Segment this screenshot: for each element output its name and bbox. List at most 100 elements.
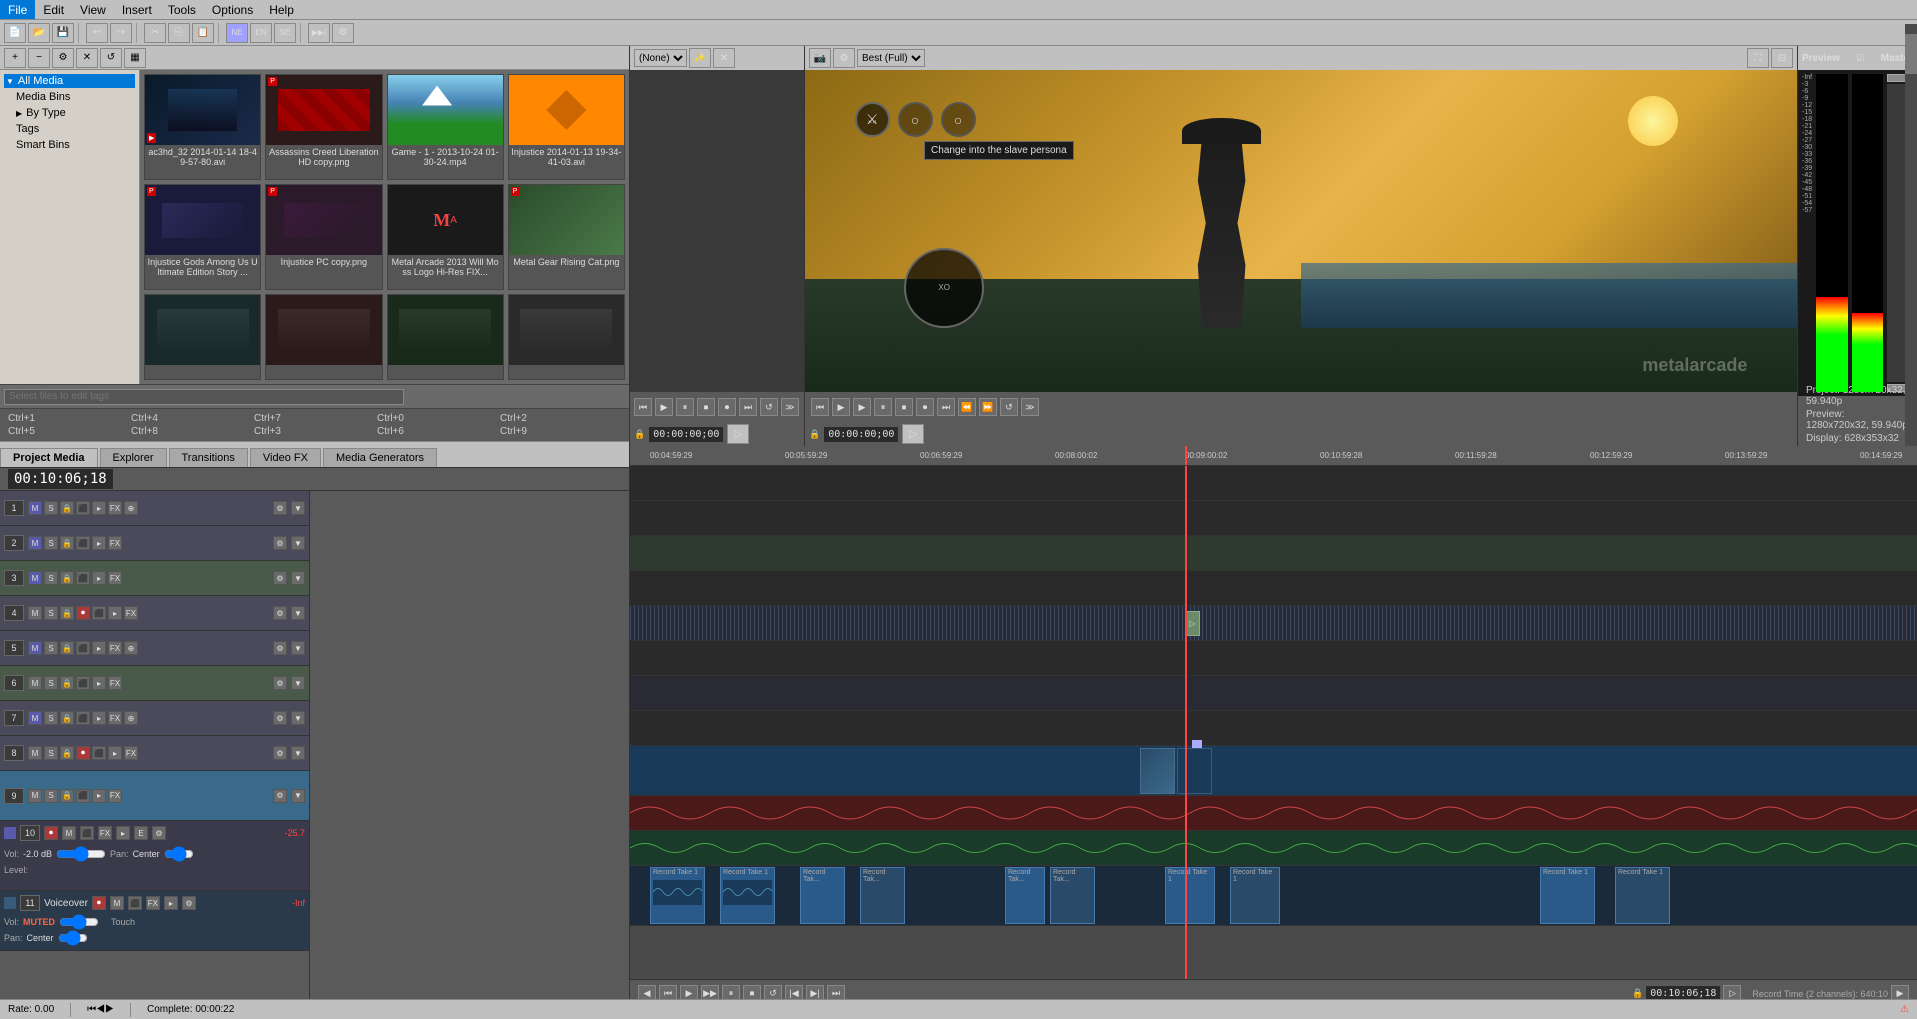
track-lock-8[interactable]: 🔒 — [60, 746, 74, 760]
track-solo-5[interactable]: S — [44, 641, 58, 655]
track-expand-8[interactable]: ▸ — [108, 746, 122, 760]
pan-slider-10[interactable] — [164, 850, 194, 858]
track-expand-11[interactable]: ▸ — [164, 896, 178, 910]
track-comp-2[interactable]: ⬛ — [76, 536, 90, 550]
media-item-7[interactable]: P Metal Gear Rising Cat.png — [508, 184, 625, 290]
track-solo-6[interactable]: S — [44, 676, 58, 690]
track-expand-10[interactable]: ▸ — [116, 826, 130, 840]
ctrl-play2[interactable]: ▶ — [853, 398, 871, 416]
ctrl-record[interactable]: ⏺ — [916, 398, 934, 416]
track-mute-6[interactable]: M — [28, 676, 42, 690]
track-lock-4[interactable]: 🔒 — [60, 606, 74, 620]
menu-edit[interactable]: Edit — [35, 0, 72, 19]
ctrl-loop[interactable]: ↺ — [1000, 398, 1018, 416]
track-solo-4[interactable]: S — [44, 606, 58, 620]
record-take-0[interactable]: Record Take 1 — [650, 867, 705, 924]
track-settings-4[interactable]: ⚙ — [273, 606, 287, 620]
copy-button[interactable]: ⎘ — [168, 23, 190, 43]
track-settings-3[interactable]: ⚙ — [273, 571, 287, 585]
prev-play[interactable]: ▶ — [655, 398, 673, 416]
menu-view[interactable]: View — [72, 0, 114, 19]
selection-button[interactable]: SE — [274, 23, 296, 43]
track-settings-1[interactable]: ⚙ — [273, 501, 287, 515]
track-9-clip-2[interactable] — [1177, 748, 1212, 794]
track-mute-4[interactable]: M — [28, 606, 42, 620]
media-item-6[interactable]: M A Metal Arcade 2013 Will Moss Logo Hi-… — [387, 184, 504, 290]
track-expand-2[interactable]: ▸ — [92, 536, 106, 550]
preview-fullscreen[interactable]: ⛶ — [1747, 48, 1769, 68]
preview-none-select[interactable]: (None) — [634, 49, 687, 67]
preview-left-flag[interactable]: ▷ — [727, 424, 749, 444]
pan-slider-11[interactable] — [58, 934, 88, 942]
menu-tools[interactable]: Tools — [160, 0, 204, 19]
track-5-clip[interactable]: ▷ — [1185, 611, 1200, 636]
tree-all-media[interactable]: ▼ All Media — [4, 74, 135, 88]
record-take-6[interactable]: Record Take 1 — [1165, 867, 1215, 924]
track-lock-9[interactable]: 🔒 — [60, 789, 74, 803]
normal-edit-button[interactable]: NE — [226, 23, 248, 43]
track-lock-1[interactable]: 🔒 — [60, 501, 74, 515]
track-lock-2[interactable]: 🔒 — [60, 536, 74, 550]
track-settings-11[interactable]: ⚙ — [182, 896, 196, 910]
track-motion-5[interactable]: ⊕ — [124, 641, 138, 655]
track-solo-3[interactable]: S — [44, 571, 58, 585]
track-fx-6[interactable]: FX — [108, 676, 122, 690]
track-motion-1[interactable]: ⊕ — [124, 501, 138, 515]
preview-magic-button[interactable]: ✨ — [689, 48, 711, 68]
media-item-3[interactable]: Injustice 2014-01-13 19-34-41-03.avi — [508, 74, 625, 180]
record-take-3[interactable]: Record Tak... — [860, 867, 905, 924]
track-lock-6[interactable]: 🔒 — [60, 676, 74, 690]
preview-x-button[interactable]: ✕ — [713, 48, 735, 68]
pm-close-button[interactable]: ✕ — [76, 48, 98, 68]
media-item-9[interactable] — [265, 294, 382, 380]
track-expand-6[interactable]: ▸ — [92, 676, 106, 690]
ctrl-more2[interactable]: ≫ — [1021, 398, 1039, 416]
track-settings-6[interactable]: ⚙ — [273, 676, 287, 690]
save-button[interactable]: 💾 — [52, 23, 74, 43]
preview-split[interactable]: ⊟ — [1771, 48, 1793, 68]
track-fx-1[interactable]: FX — [108, 501, 122, 515]
track-fx-10[interactable]: FX — [98, 826, 112, 840]
track-settings-7[interactable]: ⚙ — [273, 711, 287, 725]
track-fx-4[interactable]: FX — [124, 606, 138, 620]
track-motion-7[interactable]: ⊕ — [124, 711, 138, 725]
track-expand-1[interactable]: ▸ — [92, 501, 106, 515]
track-solo-7[interactable]: S — [44, 711, 58, 725]
track-expand-7[interactable]: ▸ — [92, 711, 106, 725]
ctrl-go-start[interactable]: ⏮ — [811, 398, 829, 416]
ctrl-skip-fwd[interactable]: ⏩ — [979, 398, 997, 416]
redo-button[interactable]: ↪ — [110, 23, 132, 43]
track-env-10[interactable]: E — [134, 826, 148, 840]
track-more-8[interactable]: ▼ — [291, 746, 305, 760]
media-item-11[interactable] — [508, 294, 625, 380]
ctrl-go-end[interactable]: ⏭ — [937, 398, 955, 416]
track-mute-1[interactable]: M — [28, 501, 42, 515]
track-settings-2[interactable]: ⚙ — [273, 536, 287, 550]
prev-stop[interactable]: ⏹ — [697, 398, 715, 416]
media-item-0[interactable]: ▶ ac3hd_32 2014-01-14 18-49-57-80.avi — [144, 74, 261, 180]
track-comp-8[interactable]: ⬛ — [92, 746, 106, 760]
track-comp-1[interactable]: ⬛ — [76, 501, 90, 515]
paste-button[interactable]: 📋 — [192, 23, 214, 43]
track-fx-11[interactable]: FX — [146, 896, 160, 910]
menu-options[interactable]: Options — [204, 0, 261, 19]
track-mute-11[interactable]: M — [110, 896, 124, 910]
track-record-10[interactable]: ⏺ — [44, 826, 58, 840]
track-record-4[interactable]: ⏺ — [76, 606, 90, 620]
track-mute-8[interactable]: M — [28, 746, 42, 760]
preview-quality-select[interactable]: Best (Full) — [857, 49, 925, 67]
track-comp-9[interactable]: ⬛ — [76, 789, 90, 803]
tree-by-type[interactable]: ▶ By Type — [4, 106, 135, 120]
pm-view-button[interactable]: ▦ — [124, 48, 146, 68]
preview-quality-button[interactable]: ⚙ — [833, 48, 855, 68]
track-mute-5[interactable]: M — [28, 641, 42, 655]
properties-button[interactable]: ⚙ — [332, 23, 354, 43]
track-record-11[interactable]: ⏺ — [92, 896, 106, 910]
record-take-1[interactable]: Record Take 1 — [720, 867, 775, 924]
cut-button[interactable]: ✂ — [144, 23, 166, 43]
pm-add-button[interactable]: + — [4, 48, 26, 68]
track-solo-2[interactable]: S — [44, 536, 58, 550]
track-comp-4[interactable]: ⬛ — [92, 606, 106, 620]
pm-properties-button[interactable]: ⚙ — [52, 48, 74, 68]
vol-slider-11[interactable] — [59, 918, 99, 926]
